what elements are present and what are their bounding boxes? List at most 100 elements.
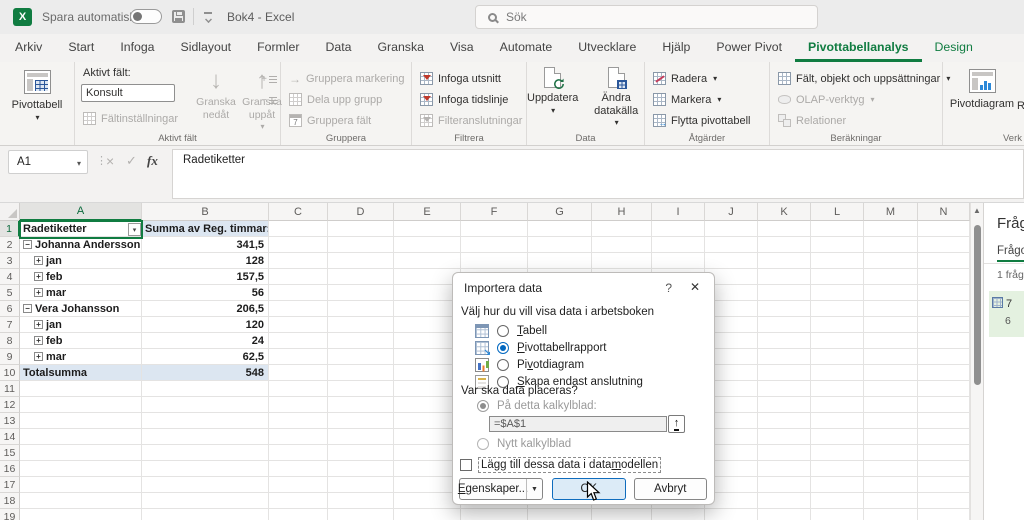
row-header-6[interactable]: 6 [0, 301, 20, 317]
cell-L12[interactable] [811, 397, 864, 413]
cell-E9[interactable] [394, 349, 461, 365]
cell-C1[interactable] [269, 221, 328, 237]
cell-L4[interactable] [811, 269, 864, 285]
cell-A14[interactable] [20, 429, 142, 445]
column-header-C[interactable]: C [269, 203, 328, 221]
cell-D7[interactable] [328, 317, 394, 333]
cell-A4[interactable]: +feb [20, 269, 142, 285]
cell-E4[interactable] [394, 269, 461, 285]
cell-E7[interactable] [394, 317, 461, 333]
tab-arkiv[interactable]: Arkiv [2, 34, 55, 62]
row-header-1[interactable]: 1 [0, 221, 20, 237]
cell-K1[interactable] [758, 221, 811, 237]
cell-B3[interactable]: 128 [142, 253, 269, 269]
cell-C8[interactable] [269, 333, 328, 349]
move-pivottable-button[interactable]: → Flytta pivottabell [645, 110, 769, 131]
radio-pivotdiagram[interactable]: Pivotdiagram [475, 356, 643, 373]
cell-J2[interactable] [705, 237, 758, 253]
cell-D3[interactable] [328, 253, 394, 269]
cell-G3[interactable] [528, 253, 592, 269]
cell-E1[interactable] [394, 221, 461, 237]
vertical-scrollbar[interactable]: ▲ [970, 203, 983, 520]
cell-M6[interactable] [864, 301, 918, 317]
cell-A12[interactable] [20, 397, 142, 413]
cell-M9[interactable] [864, 349, 918, 365]
cell-K19[interactable] [758, 509, 811, 520]
cell-E19[interactable] [394, 509, 461, 520]
cell-A13[interactable] [20, 413, 142, 429]
cell-M7[interactable] [864, 317, 918, 333]
row-header-3[interactable]: 3 [0, 253, 20, 269]
cell-M2[interactable] [864, 237, 918, 253]
row-header-19[interactable]: 19 [0, 509, 20, 520]
cell-E5[interactable] [394, 285, 461, 301]
tab-formler[interactable]: Formler [244, 34, 312, 62]
select-all-corner[interactable] [0, 203, 20, 221]
column-header-J[interactable]: J [705, 203, 758, 221]
insert-slicer-button[interactable]: Infoga utsnitt [412, 68, 526, 89]
cell-D6[interactable] [328, 301, 394, 317]
collapse-icon[interactable]: − [23, 304, 32, 313]
column-header-A[interactable]: A [20, 203, 142, 221]
cell-A8[interactable]: +feb [20, 333, 142, 349]
cell-L7[interactable] [811, 317, 864, 333]
cell-D18[interactable] [328, 493, 394, 509]
cell-L14[interactable] [811, 429, 864, 445]
cell-K18[interactable] [758, 493, 811, 509]
add-to-data-model-checkbox[interactable]: Lägg till dessa data i datamodellen [460, 457, 661, 473]
cell-D14[interactable] [328, 429, 394, 445]
cell-B15[interactable] [142, 445, 269, 461]
cell-A15[interactable] [20, 445, 142, 461]
row-header-17[interactable]: 17 [0, 477, 20, 493]
cell-D15[interactable] [328, 445, 394, 461]
cell-N2[interactable] [918, 237, 970, 253]
tab-power-pivot[interactable]: Power Pivot [703, 34, 795, 62]
active-field-input[interactable]: Konsult [81, 84, 175, 102]
tab-hjälp[interactable]: Hjälp [649, 34, 703, 62]
name-box[interactable]: A1 ▾ [8, 150, 88, 174]
cell-E18[interactable] [394, 493, 461, 509]
tab-design[interactable]: Design [922, 34, 986, 62]
row-header-12[interactable]: 12 [0, 397, 20, 413]
column-header-M[interactable]: M [864, 203, 918, 221]
cell-C19[interactable] [269, 509, 328, 520]
fields-items-sets-button[interactable]: Fält, objekt och uppsättningar▾ [770, 68, 942, 89]
cell-D11[interactable] [328, 381, 394, 397]
cell-K8[interactable] [758, 333, 811, 349]
cell-K13[interactable] [758, 413, 811, 429]
cell-N3[interactable] [918, 253, 970, 269]
cell-J1[interactable] [705, 221, 758, 237]
close-icon[interactable]: ✕ [690, 280, 700, 294]
cell-C12[interactable] [269, 397, 328, 413]
row-header-4[interactable]: 4 [0, 269, 20, 285]
cell-L16[interactable] [811, 461, 864, 477]
tab-visa[interactable]: Visa [437, 34, 487, 62]
pivottable-button[interactable]: Pivottabell ▾ [0, 62, 74, 124]
cell-J3[interactable] [705, 253, 758, 269]
column-header-N[interactable]: N [918, 203, 970, 221]
cell-J19[interactable] [705, 509, 758, 520]
cell-A2[interactable]: −Johanna Andersson [20, 237, 142, 253]
column-header-G[interactable]: G [528, 203, 592, 221]
cell-K11[interactable] [758, 381, 811, 397]
cell-H1[interactable] [592, 221, 652, 237]
cell-N7[interactable] [918, 317, 970, 333]
cell-K7[interactable] [758, 317, 811, 333]
filter-dropdown-button[interactable]: ▾ [128, 223, 141, 236]
expand-icon[interactable]: + [34, 336, 43, 345]
cell-A10[interactable]: Totalsumma [20, 365, 142, 381]
cell-D10[interactable] [328, 365, 394, 381]
cell-reference-input[interactable]: =$A$1 [489, 416, 667, 432]
cell-A17[interactable] [20, 477, 142, 493]
cell-N13[interactable] [918, 413, 970, 429]
cell-B7[interactable]: 120 [142, 317, 269, 333]
cell-K6[interactable] [758, 301, 811, 317]
cell-D19[interactable] [328, 509, 394, 520]
cell-M16[interactable] [864, 461, 918, 477]
cell-M10[interactable] [864, 365, 918, 381]
cell-M12[interactable] [864, 397, 918, 413]
cell-B5[interactable]: 56 [142, 285, 269, 301]
cell-N14[interactable] [918, 429, 970, 445]
cell-C6[interactable] [269, 301, 328, 317]
cell-A16[interactable] [20, 461, 142, 477]
